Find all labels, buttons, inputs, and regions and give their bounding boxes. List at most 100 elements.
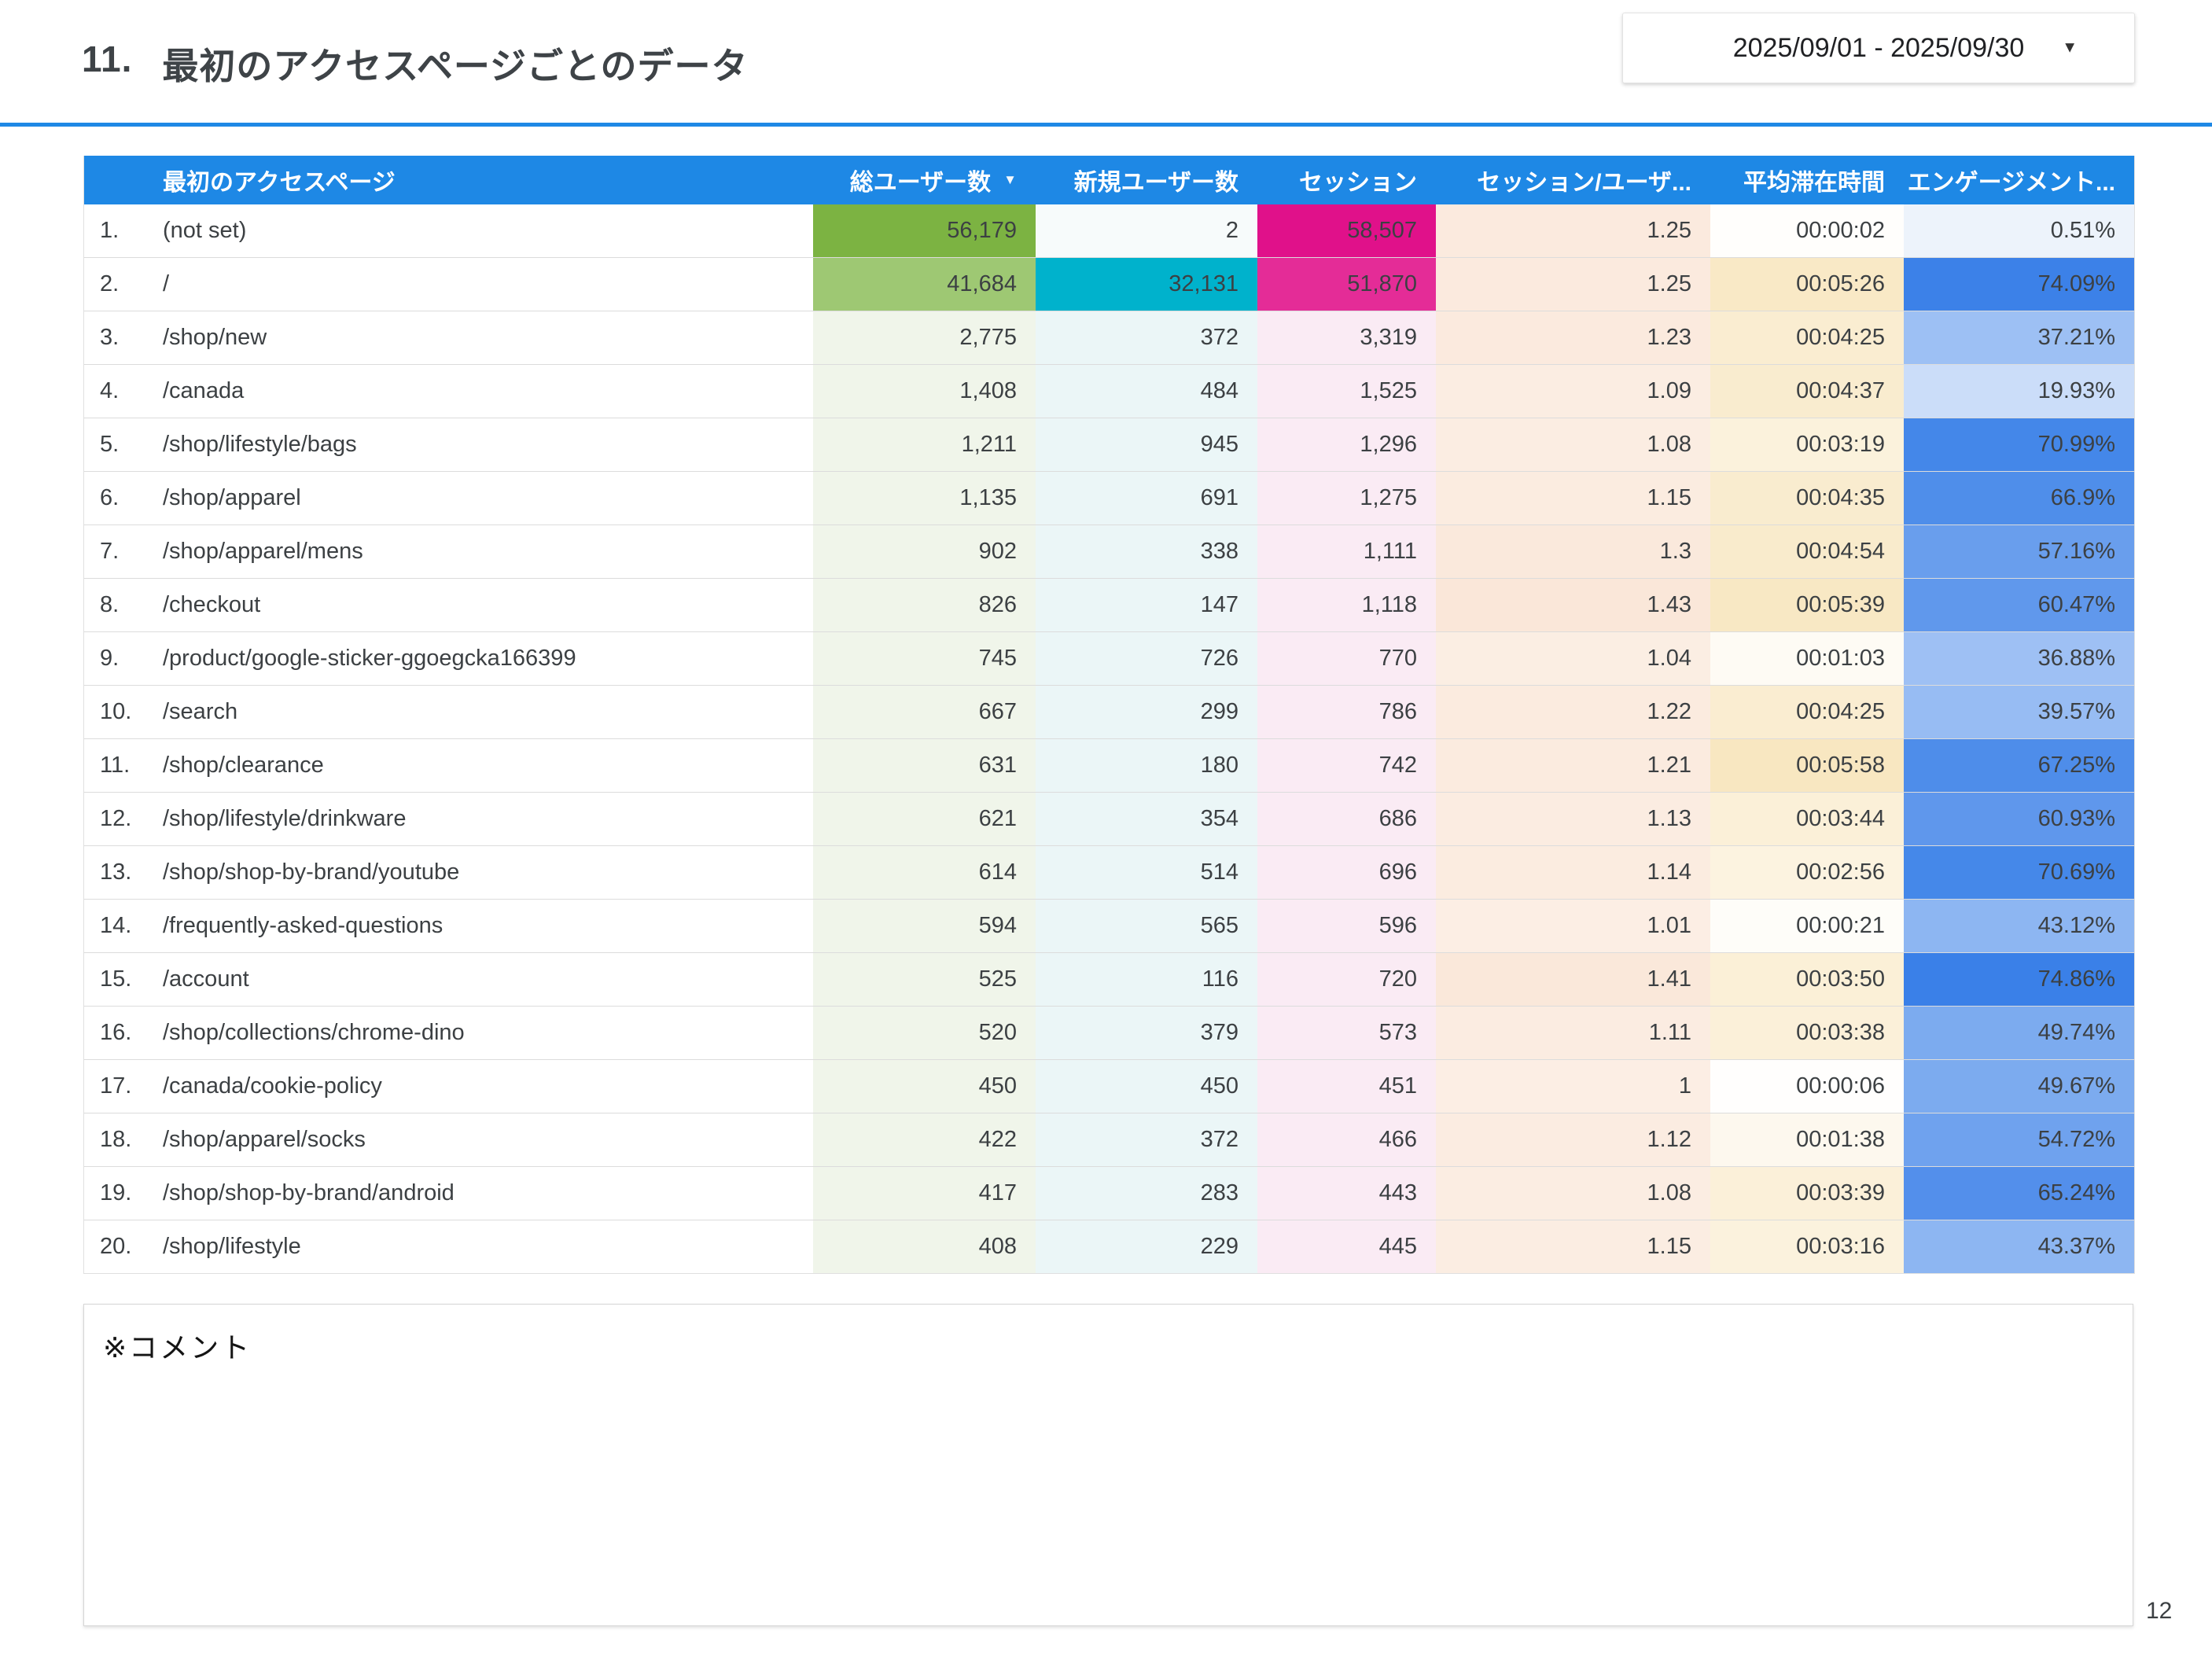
column-header-avg_time[interactable]: 平均滞在時間 [1710, 156, 1904, 204]
cell-new_users: 372 [1036, 1113, 1257, 1166]
cell-engagement: 43.12% [1904, 900, 2134, 952]
row-rank: 15. [100, 966, 131, 992]
column-header-page[interactable]: 最初のアクセスページ [84, 156, 813, 204]
row-rank: 10. [100, 699, 131, 725]
page-path: /search [163, 699, 237, 725]
cell-users: 631 [813, 739, 1036, 792]
cell-page: 17. /canada/cookie-policy [84, 1060, 813, 1113]
page-path: /canada/cookie-policy [163, 1073, 382, 1099]
cell-sessions_per_user: 1.21 [1436, 739, 1710, 792]
cell-page: 20./shop/lifestyle [84, 1220, 813, 1273]
cell-new_users: 372 [1036, 311, 1257, 364]
cell-page: 14./frequently-asked-questions [84, 900, 813, 952]
cell-new_users: 2 [1036, 204, 1257, 257]
cell-engagement: 43.37% [1904, 1220, 2134, 1273]
cell-new_users: 338 [1036, 525, 1257, 578]
cell-engagement: 74.09% [1904, 258, 2134, 311]
table-row: 16./shop/collections/chrome-dino52037957… [84, 1006, 2134, 1059]
table-row: 9./product/google-sticker-ggoegcka166399… [84, 631, 2134, 685]
cell-new_users: 945 [1036, 418, 1257, 471]
cell-new_users: 379 [1036, 1007, 1257, 1059]
cell-engagement: 37.21% [1904, 311, 2134, 364]
table-row: 12./shop/lifestyle/drinkware6213546861.1… [84, 792, 2134, 845]
cell-avg_time: 00:03:38 [1710, 1007, 1904, 1059]
row-rank: 18. [100, 1127, 131, 1153]
cell-page: 7. /shop/apparel/mens [84, 525, 813, 578]
page-title-text: 最初のアクセスページごとのデータ [162, 38, 748, 90]
table-row: 20./shop/lifestyle4082294451.1500:03:164… [84, 1220, 2134, 1273]
cell-sessions: 451 [1257, 1060, 1436, 1113]
cell-users: 614 [813, 846, 1036, 899]
table-body: 1.(not set)56,179258,5071.2500:00:020.51… [84, 204, 2134, 1273]
cell-new_users: 691 [1036, 472, 1257, 525]
cell-avg_time: 00:03:44 [1710, 793, 1904, 845]
row-rank: 11. [100, 753, 130, 778]
cell-sessions_per_user: 1.43 [1436, 579, 1710, 631]
page-path: /shop/new [163, 325, 267, 351]
column-header-users[interactable]: 総ユーザー数▼ [813, 156, 1036, 204]
page-title: 11. 最初のアクセスページごとのデータ [82, 38, 749, 90]
cell-engagement: 49.74% [1904, 1007, 2134, 1059]
row-rank: 8. [100, 592, 119, 618]
cell-sessions: 1,275 [1257, 472, 1436, 525]
cell-avg_time: 00:01:03 [1710, 632, 1904, 685]
table-row: 6./shop/apparel1,1356911,2751.1500:04:35… [84, 471, 2134, 525]
page-path: /account [163, 966, 249, 992]
cell-page: 13./shop/shop-by-brand/youtube [84, 846, 813, 899]
table-row: 3./shop/new2,7753723,3191.2300:04:2537.2… [84, 311, 2134, 364]
cell-new_users: 565 [1036, 900, 1257, 952]
cell-users: 450 [813, 1060, 1036, 1113]
cell-sessions_per_user: 1.11 [1436, 1007, 1710, 1059]
cell-avg_time: 00:05:58 [1710, 739, 1904, 792]
column-header-sessions[interactable]: セッション [1257, 156, 1436, 204]
row-rank: 1. [100, 218, 119, 244]
date-range-control[interactable]: 2025/09/01 - 2025/09/30 ▼ [1622, 13, 2135, 83]
row-rank: 20. [100, 1234, 131, 1260]
cell-avg_time: 00:04:25 [1710, 311, 1904, 364]
column-header-sessions_per_user[interactable]: セッション/ユーザ... [1436, 156, 1710, 204]
table-row: 18./shop/apparel/socks4223724661.1200:01… [84, 1113, 2134, 1166]
cell-page: 19./shop/shop-by-brand/android [84, 1167, 813, 1220]
cell-new_users: 229 [1036, 1220, 1257, 1273]
cell-new_users: 147 [1036, 579, 1257, 631]
column-header-label: セッション [1299, 163, 1417, 197]
column-header-new_users[interactable]: 新規ユーザー数 [1036, 156, 1257, 204]
cell-sessions_per_user: 1.41 [1436, 953, 1710, 1006]
cell-engagement: 66.9% [1904, 472, 2134, 525]
page-path: /canada [163, 378, 244, 404]
page-path: / [163, 271, 169, 297]
cell-sessions_per_user: 1.3 [1436, 525, 1710, 578]
page-path: /shop/apparel/mens [163, 539, 363, 565]
page-number: 12 [2146, 1598, 2172, 1625]
row-rank: 2. [100, 271, 119, 297]
cell-users: 417 [813, 1167, 1036, 1220]
cell-page: 11./shop/clearance [84, 739, 813, 792]
cell-engagement: 65.24% [1904, 1167, 2134, 1220]
cell-sessions_per_user: 1.08 [1436, 1167, 1710, 1220]
cell-avg_time: 00:04:37 [1710, 365, 1904, 418]
cell-sessions_per_user: 1 [1436, 1060, 1710, 1113]
column-header-label: 平均滞在時間 [1743, 163, 1885, 197]
cell-page: 5./shop/lifestyle/bags [84, 418, 813, 471]
row-rank: 17. [100, 1073, 131, 1099]
cell-sessions: 786 [1257, 686, 1436, 738]
cell-avg_time: 00:01:38 [1710, 1113, 1904, 1166]
comment-label: ※コメント [103, 1325, 252, 1366]
cell-engagement: 39.57% [1904, 686, 2134, 738]
cell-sessions_per_user: 1.25 [1436, 204, 1710, 257]
cell-page: 16./shop/collections/chrome-dino [84, 1007, 813, 1059]
cell-engagement: 0.51% [1904, 204, 2134, 257]
page-path: /shop/apparel/socks [163, 1127, 366, 1153]
table-row: 7./shop/apparel/mens9023381,1111.300:04:… [84, 525, 2134, 578]
row-rank: 7. [100, 539, 119, 565]
cell-new_users: 299 [1036, 686, 1257, 738]
cell-sessions: 770 [1257, 632, 1436, 685]
cell-engagement: 36.88% [1904, 632, 2134, 685]
column-header-engagement[interactable]: エンゲージメント... [1904, 156, 2134, 204]
cell-new_users: 180 [1036, 739, 1257, 792]
row-rank: 19. [100, 1180, 131, 1206]
table-row: 10./search6672997861.2200:04:2539.57% [84, 685, 2134, 738]
cell-sessions: 58,507 [1257, 204, 1436, 257]
cell-users: 520 [813, 1007, 1036, 1059]
cell-avg_time: 00:05:26 [1710, 258, 1904, 311]
